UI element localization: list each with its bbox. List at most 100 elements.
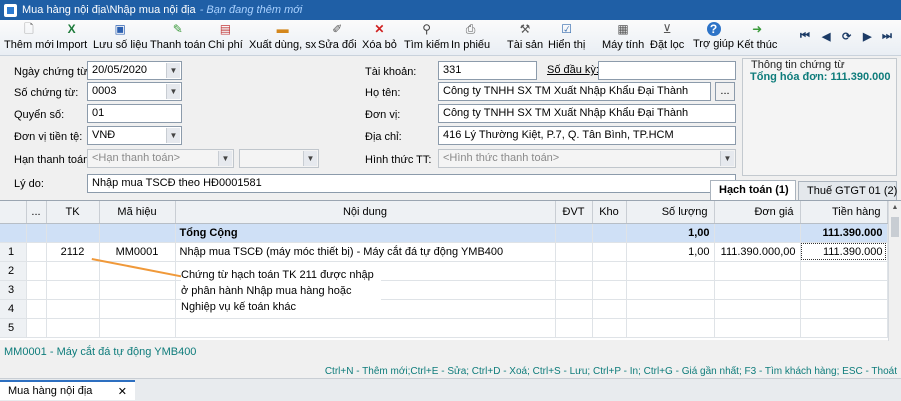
unit-price-cell[interactable]: 111.390.000,00 [714,242,801,262]
column-header[interactable]: Đơn giá [714,201,801,224]
accounting-grid: ... TK Mã hiệu Nội dung ĐVT Kho Số lượng… [0,200,901,341]
save-button[interactable]: ▣ Lưu số liệu [93,22,147,54]
table-row[interactable]: 1 2112 MM0001 Nhập mua TSCĐ (máy móc thi… [0,242,888,262]
delete-icon: ✕ [374,22,385,36]
chevron-down-icon[interactable]: ▼ [218,151,232,166]
delete-button[interactable]: ✕ Xóa bỏ [362,22,397,54]
unit-cell[interactable] [555,242,593,262]
search-icon: ⚲ [422,22,431,36]
asset-button[interactable]: ⚒ Tài sản [507,22,543,54]
column-header[interactable]: Kho [592,201,627,224]
payment-method-label: Hình thức TT: [365,154,432,166]
description-cell[interactable]: Nhập mua TSCĐ (máy móc thiết bị) - Máy c… [175,242,556,262]
filter-button[interactable]: ⊻ Đặt lọc [650,22,684,54]
lookup-button[interactable]: ... [715,82,735,101]
column-header[interactable]: TK [46,201,100,224]
print-button[interactable]: ⎙ In phiếu [451,22,490,54]
voucher-no-field[interactable]: 0003 ▼ [87,82,182,101]
chevron-down-icon[interactable]: ▼ [166,63,180,78]
edit-button[interactable]: ✐ Sửa đổi [318,22,357,54]
cost-button[interactable]: ▤ Chi phí [208,22,243,54]
table-row[interactable]: 2 [0,261,888,281]
quantity-cell[interactable]: 1,00 [626,242,715,262]
address-field[interactable]: 416 Lý Thường Kiệt, P.7, Q. Tân Bình, TP… [438,126,736,145]
due-date-field[interactable]: <Hạn thanh toán> ▼ [87,149,234,168]
first-record-icon[interactable]: ⏮ [800,30,810,43]
last-record-icon[interactable]: ⏭ [882,30,892,43]
total-row: Tổng Cộng 1,00 111.390.000 [0,223,888,243]
due-date-label: Hạn thanh toán: [14,154,93,166]
refresh-icon[interactable]: ⟳ [842,30,851,43]
exit-button[interactable]: ➜ Kết thúc [737,22,777,54]
date-field[interactable]: 20/05/2020 ▼ [87,61,182,80]
tab-accounting[interactable]: Hạch toán (1) [710,180,796,201]
account-field[interactable]: 331 [438,61,537,80]
total-amount: 111.390.000 [800,223,888,243]
currency-label: Đơn vị tiền tệ: [14,131,83,143]
help-button[interactable]: ? Trợ giúp [693,22,734,54]
exit-icon: ➜ [752,22,763,36]
window-title: Mua hàng nội địa\Nhập mua nội địa [22,4,196,16]
row-number: 1 [0,242,27,262]
chevron-down-icon[interactable]: ▼ [166,84,180,99]
currency-select[interactable]: VNĐ ▼ [87,126,182,145]
table-row[interactable]: 3 [0,280,888,300]
calculator-icon: ▦ [617,22,629,36]
warehouse-cell[interactable] [592,242,627,262]
total-quantity: 1,00 [626,223,715,243]
opening-balance-field[interactable] [598,61,736,80]
close-icon[interactable]: ✕ [118,385,127,398]
mode-indicator: - Bạn đang thêm mới [199,4,303,16]
document-tab[interactable]: Mua hàng nội địa ✕ [0,380,135,400]
import-button[interactable]: X Import [56,22,87,54]
prev-record-icon[interactable]: ◀ [822,30,830,43]
table-row[interactable]: 4 [0,299,888,319]
book-no-field[interactable]: 01 [87,104,182,123]
excel-icon: X [67,22,76,36]
table-header-row: ... TK Mã hiệu Nội dung ĐVT Kho Số lượng… [0,201,888,224]
column-header[interactable]: ... [26,201,47,224]
unit-field[interactable]: Công ty TNHH SX TM Xuất Nhập Khẩu Đại Th… [438,104,736,123]
payment-method-select[interactable]: <Hình thức thanh toán> ▼ [438,149,736,168]
name-field[interactable]: Công ty TNHH SX TM Xuất Nhập Khẩu Đại Th… [438,82,711,101]
display-button[interactable]: ☑ Hiển thị [548,22,585,54]
scroll-thumb[interactable] [891,217,899,237]
calculator-button[interactable]: ▦ Máy tính [602,22,644,54]
new-button[interactable]: 🗋 Thêm mới [4,22,54,54]
payment-button[interactable]: ✎ Thanh toán [150,22,206,54]
table-row[interactable]: 5 [0,318,888,338]
voucher-info-header: Thông tin chứng từ [749,59,847,71]
column-header[interactable]: ĐVT [555,201,593,224]
chevron-down-icon[interactable]: ▼ [720,151,734,166]
export-use-button[interactable]: ▬ Xuất dùng, sx [249,22,316,54]
due-date-extra-field[interactable]: ▼ [239,149,319,168]
grid-scrollbar[interactable]: ▲ [888,201,901,341]
column-header[interactable]: Tiền hàng [800,201,888,224]
export-use-icon: ▬ [276,22,289,36]
bottom-tab-strip [0,378,901,401]
column-header[interactable]: Số lượng [626,201,715,224]
edit-icon: ✐ [332,22,343,36]
reason-field[interactable]: Nhập mua TSCĐ theo HĐ0001581 [87,174,736,193]
next-record-icon[interactable]: ▶ [863,30,871,43]
column-header[interactable]: Nội dung [175,201,556,224]
column-header[interactable]: Mã hiệu [99,201,176,224]
tab-vat[interactable]: Thuế GTGT 01 (2) [798,181,897,201]
address-label: Địa chỉ: [365,131,402,143]
code-cell[interactable]: MM0001 [99,242,176,262]
row-number: 5 [0,318,27,338]
amount-cell[interactable]: 111.390.000 [800,242,888,262]
total-label: Tổng Cộng [175,223,556,243]
help-icon: ? [706,22,721,36]
scroll-up-icon[interactable]: ▲ [889,201,901,215]
row-number: 4 [0,299,27,319]
name-label: Họ tên: [365,87,401,99]
document-tab-label: Mua hàng nội địa [8,385,93,397]
unit-label: Đơn vị: [365,109,401,121]
search-button[interactable]: ⚲ Tìm kiếm [404,22,449,54]
print-icon: ⎙ [465,22,476,36]
row-number: 2 [0,261,27,281]
chevron-down-icon[interactable]: ▼ [303,151,317,166]
opening-balance-link[interactable]: Số đầu kỳ: [547,64,599,76]
chevron-down-icon[interactable]: ▼ [166,128,180,143]
